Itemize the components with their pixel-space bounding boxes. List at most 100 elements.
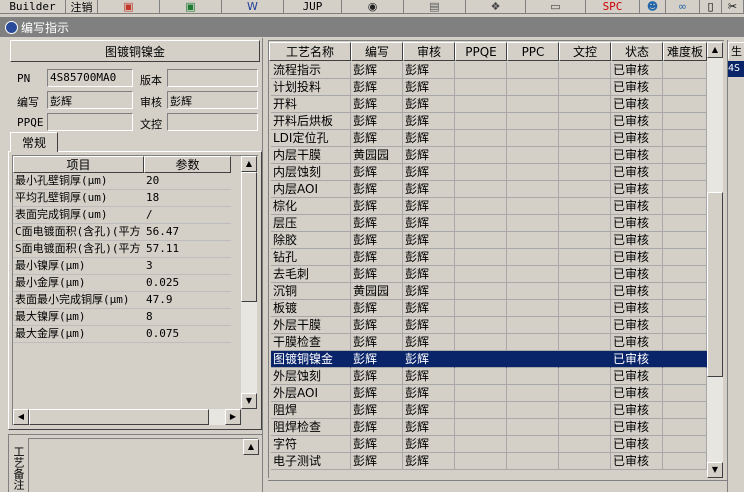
grid-cell[interactable]: 阻焊检查 [271, 419, 351, 436]
grid-header-cell[interactable]: 文控 [559, 42, 611, 61]
ppqe-field[interactable] [47, 113, 133, 131]
scroll-down-arrow-icon[interactable]: ▼ [241, 393, 257, 409]
toolbar-button-14[interactable]: ✂ [722, 0, 744, 13]
grid-row[interactable]: 电子测试 彭辉 彭辉 已审核 [271, 453, 707, 470]
grid-cell[interactable] [507, 419, 559, 436]
grid-row[interactable]: 开料后烘板 彭辉 彭辉 已审核 [271, 113, 707, 130]
grid-row[interactable]: 内层蚀刻 彭辉 彭辉 已审核 [271, 164, 707, 181]
grid-cell[interactable] [559, 113, 611, 130]
grid-cell[interactable] [559, 334, 611, 351]
grid-cell[interactable]: 流程指示 [271, 62, 351, 79]
grid-cell[interactable] [455, 266, 507, 283]
grid-row[interactable]: 字符 彭辉 彭辉 已审核 [271, 436, 707, 453]
grid-cell[interactable]: 彭辉 [351, 385, 403, 402]
param-value-cell[interactable]: / [144, 207, 231, 223]
param-row[interactable]: 最大金厚(μm) 0.075 [13, 326, 231, 343]
grid-cell[interactable]: 已审核 [611, 215, 663, 232]
grid-cell[interactable]: LDI定位孔 [271, 130, 351, 147]
param-value-cell[interactable]: 8 [144, 309, 231, 325]
grid-cell[interactable] [663, 436, 707, 453]
grid-row[interactable]: 内层干膜 黄园园 彭辉 已审核 [271, 147, 707, 164]
param-header-item[interactable]: 项目 [13, 156, 144, 173]
grid-row[interactable]: 去毛刺 彭辉 彭辉 已审核 [271, 266, 707, 283]
wenkong-field[interactable] [167, 113, 258, 131]
right-strip-cell[interactable]: 4S [728, 61, 744, 77]
param-value-cell[interactable]: 0.025 [144, 275, 231, 291]
grid-cell[interactable] [455, 368, 507, 385]
grid-cell[interactable]: 彭辉 [351, 368, 403, 385]
grid-cell[interactable] [507, 113, 559, 130]
grid-cell[interactable]: 已审核 [611, 96, 663, 113]
grid-row[interactable]: 外层AOI 彭辉 彭辉 已审核 [271, 385, 707, 402]
grid-row[interactable]: 内层AOI 彭辉 彭辉 已审核 [271, 181, 707, 198]
grid-cell[interactable] [559, 198, 611, 215]
grid-cell[interactable] [507, 300, 559, 317]
grid-cell[interactable]: 字符 [271, 436, 351, 453]
grid-cell[interactable]: 彭辉 [403, 300, 455, 317]
grid-cell[interactable] [559, 147, 611, 164]
grid-cell[interactable]: 彭辉 [403, 147, 455, 164]
toolbar-button-0[interactable]: Builder [0, 0, 66, 13]
grid-cell[interactable]: 彭辉 [351, 436, 403, 453]
grid-cell[interactable] [507, 164, 559, 181]
grid-cell[interactable] [507, 181, 559, 198]
grid-header-cell[interactable]: 工艺名称 [269, 42, 351, 61]
grid-cell[interactable] [455, 79, 507, 96]
grid-cell[interactable] [663, 334, 707, 351]
grid-cell[interactable]: 图镀铜镍金 [271, 351, 351, 368]
grid-cell[interactable]: 已审核 [611, 130, 663, 147]
grid-cell[interactable] [507, 334, 559, 351]
scroll-left-arrow-icon[interactable]: ◀ [13, 409, 29, 425]
version-field[interactable] [167, 69, 258, 87]
toolbar-button-9[interactable]: ▭ [526, 0, 586, 13]
grid-cell[interactable]: 电子测试 [271, 453, 351, 470]
grid-cell[interactable] [455, 130, 507, 147]
grid-cell[interactable]: 已审核 [611, 300, 663, 317]
toolbar-button-2[interactable]: ▣ [98, 0, 160, 13]
grid-cell[interactable]: 内层干膜 [271, 147, 351, 164]
scroll-up-arrow-icon[interactable]: ▲ [241, 156, 257, 172]
grid-cell[interactable]: 内层蚀刻 [271, 164, 351, 181]
grid-cell[interactable]: 彭辉 [403, 96, 455, 113]
hscroll-thumb[interactable] [29, 409, 209, 425]
grid-cell[interactable]: 彭辉 [351, 402, 403, 419]
grid-cell[interactable] [559, 419, 611, 436]
grid-cell[interactable]: 已审核 [611, 283, 663, 300]
param-hscrollbar[interactable]: ◀ ▶ [13, 409, 241, 425]
grid-cell[interactable] [559, 385, 611, 402]
grid-row[interactable]: 层压 彭辉 彭辉 已审核 [271, 215, 707, 232]
grid-cell[interactable]: 已审核 [611, 62, 663, 79]
grid-cell[interactable] [559, 453, 611, 470]
grid-cell[interactable] [663, 130, 707, 147]
grid-row[interactable]: 沉铜 黄园园 彭辉 已审核 [271, 283, 707, 300]
param-row[interactable]: 最小镍厚(μm) 3 [13, 258, 231, 275]
grid-cell[interactable] [455, 181, 507, 198]
grid-cell[interactable]: 彭辉 [351, 453, 403, 470]
grid-cell[interactable] [663, 385, 707, 402]
param-row[interactable]: 表面完成铜厚(um) / [13, 207, 231, 224]
grid-cell[interactable] [507, 96, 559, 113]
grid-cell[interactable]: 已审核 [611, 419, 663, 436]
param-value-cell[interactable]: 18 [144, 190, 231, 206]
grid-cell[interactable]: 黄园园 [351, 283, 403, 300]
grid-cell[interactable] [559, 62, 611, 79]
grid-cell[interactable] [455, 96, 507, 113]
grid-cell[interactable]: 彭辉 [351, 79, 403, 96]
grid-cell[interactable]: 棕化 [271, 198, 351, 215]
tab-general[interactable]: 常规 [10, 132, 58, 152]
grid-cell[interactable] [663, 300, 707, 317]
grid-cell[interactable] [455, 436, 507, 453]
param-row[interactable]: 最大镍厚(μm) 8 [13, 309, 231, 326]
grid-cell[interactable]: 彭辉 [351, 266, 403, 283]
grid-cell[interactable] [507, 147, 559, 164]
grid-header-cell[interactable]: 难度板 [663, 42, 707, 61]
grid-cell[interactable] [455, 300, 507, 317]
grid-vscrollbar[interactable]: ▲ ▼ [707, 42, 723, 478]
grid-cell[interactable]: 彭辉 [403, 249, 455, 266]
grid-cell[interactable] [455, 453, 507, 470]
grid-row[interactable]: 除胶 彭辉 彭辉 已审核 [271, 232, 707, 249]
grid-row[interactable]: 板镀 彭辉 彭辉 已审核 [271, 300, 707, 317]
grid-cell[interactable]: 彭辉 [403, 453, 455, 470]
grid-cell[interactable]: 内层AOI [271, 181, 351, 198]
toolbar-button-5[interactable]: JUP [284, 0, 342, 13]
